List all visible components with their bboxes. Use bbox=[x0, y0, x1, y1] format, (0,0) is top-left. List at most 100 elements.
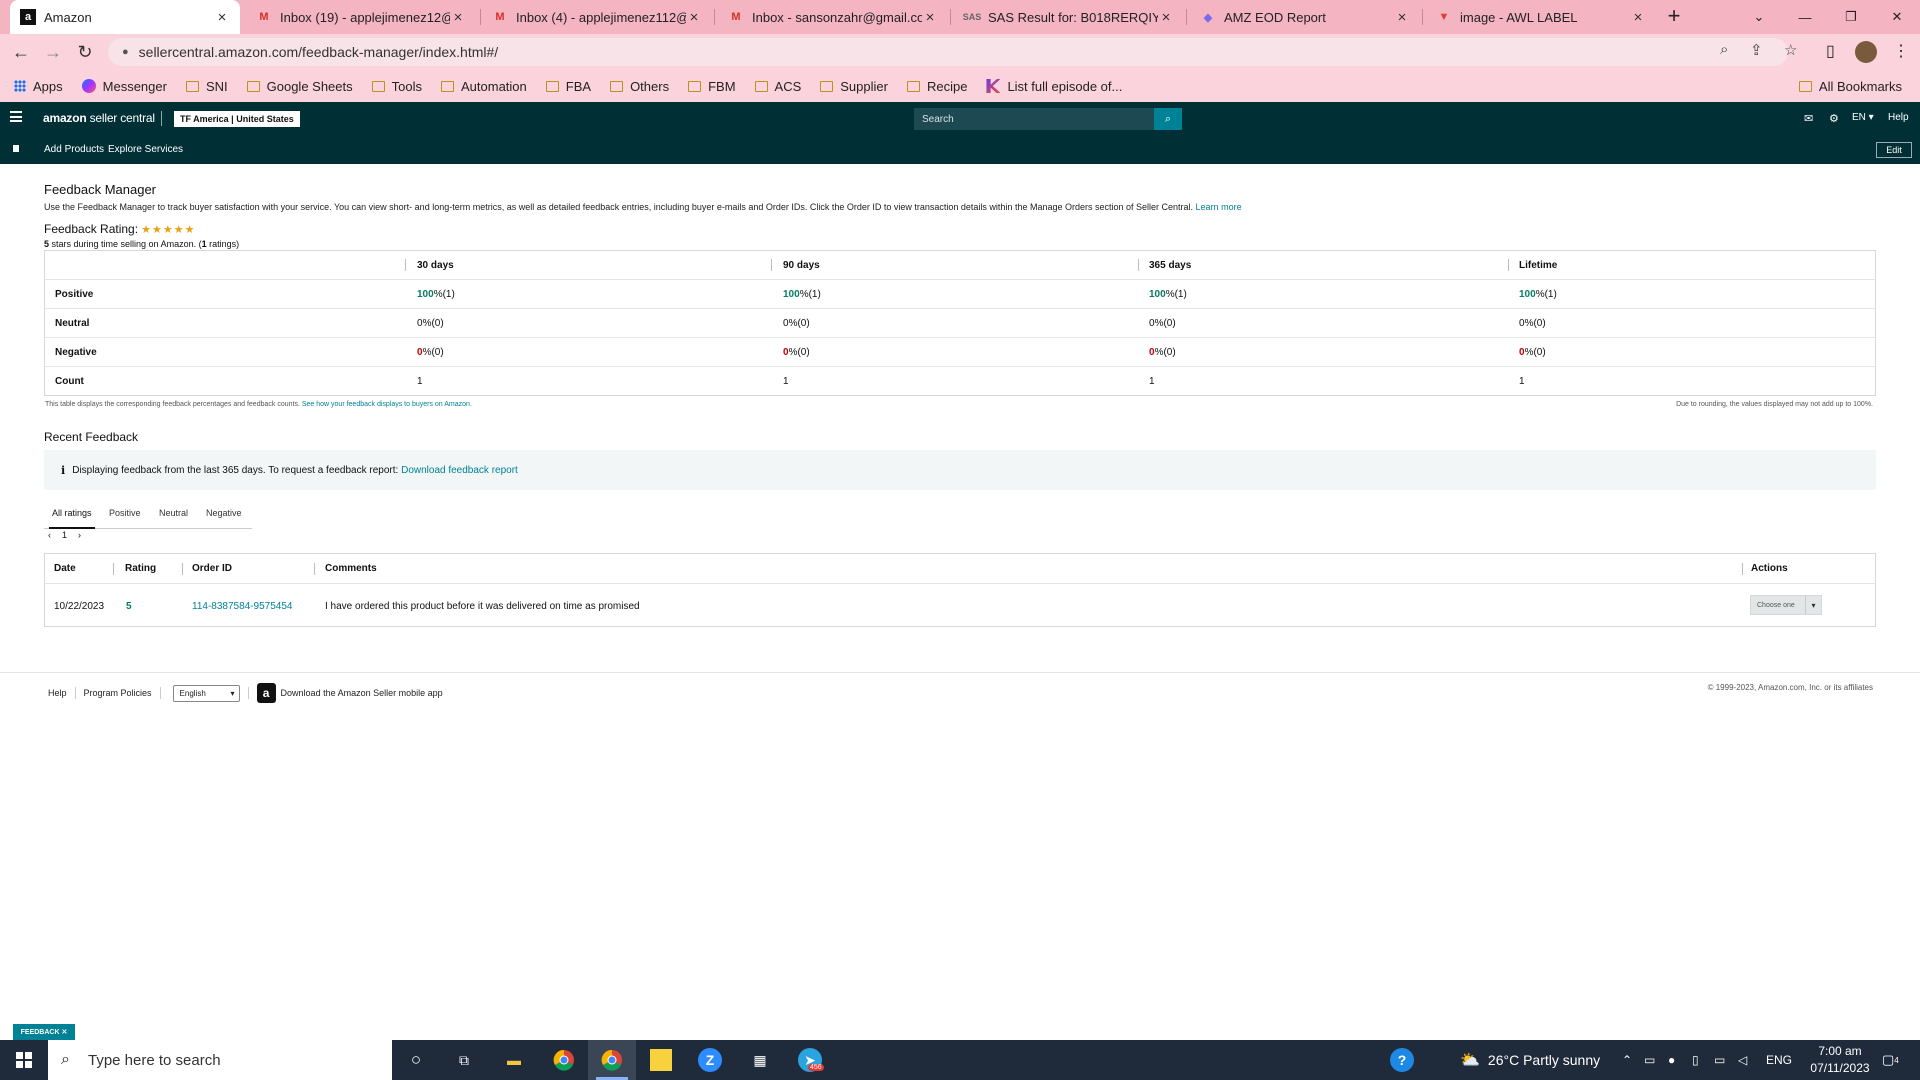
meet-now-icon[interactable]: ▯ bbox=[1692, 1040, 1699, 1080]
bookmark-folder-recipe[interactable]: Recipe bbox=[906, 79, 967, 94]
restore-button[interactable]: ❐ bbox=[1828, 0, 1874, 34]
tab-gmail-3[interactable]: M Inbox - sansonzahr@gmail.com × bbox=[718, 0, 948, 34]
show-hidden-icons[interactable]: ⌃ bbox=[1622, 1040, 1632, 1080]
close-icon[interactable]: × bbox=[214, 9, 230, 26]
tab-awl-label[interactable]: ▼ image - AWL LABEL × bbox=[1426, 0, 1656, 34]
weather-widget[interactable]: ⛅ 26°C Partly sunny bbox=[1460, 1040, 1600, 1080]
search-icon[interactable]: ⌕ bbox=[1154, 108, 1182, 130]
bookmark-folder-google-sheets[interactable]: Google Sheets bbox=[246, 79, 353, 94]
close-icon[interactable]: × bbox=[922, 9, 938, 26]
current-page[interactable]: 1 bbox=[62, 530, 67, 540]
notification-center-icon[interactable]: ▢ 4 bbox=[1882, 1040, 1899, 1080]
side-panel-icon[interactable]: ▯ bbox=[1826, 41, 1835, 61]
tab-negative[interactable]: Negative bbox=[206, 508, 242, 518]
gear-icon[interactable]: ⚙ bbox=[1829, 112, 1839, 125]
hamburger-menu-icon[interactable] bbox=[10, 111, 22, 122]
close-icon[interactable]: × bbox=[686, 9, 702, 26]
tab-gmail-1[interactable]: M Inbox (19) - applejimenez12@g × bbox=[246, 0, 476, 34]
next-page-icon[interactable]: › bbox=[78, 530, 81, 540]
tab-neutral[interactable]: Neutral bbox=[159, 508, 188, 518]
calculator-icon[interactable]: ▦ bbox=[748, 1048, 772, 1072]
language-selector[interactable]: EN ▾ bbox=[1852, 112, 1874, 123]
profile-avatar[interactable] bbox=[1855, 41, 1877, 63]
close-icon[interactable]: × bbox=[1630, 9, 1646, 26]
bookmark-folder-acs[interactable]: ACS bbox=[754, 79, 801, 94]
account-switcher[interactable]: TF America | United States bbox=[174, 111, 300, 127]
column-header-comments[interactable]: Comments bbox=[325, 554, 377, 583]
bookmark-apps[interactable]: Apps bbox=[14, 79, 63, 94]
minimize-button[interactable]: — bbox=[1782, 0, 1828, 34]
close-icon[interactable]: × bbox=[1394, 9, 1410, 26]
program-policies-link[interactable]: Program Policies bbox=[84, 688, 152, 698]
battery-icon[interactable]: ▭ bbox=[1714, 1040, 1725, 1080]
nav-add-products[interactable]: Add Products bbox=[44, 144, 104, 155]
system-clock[interactable]: 7:00 am 07/11/2023 bbox=[1800, 1043, 1880, 1077]
tab-gmail-2[interactable]: M Inbox (4) - applejimenez112@g × bbox=[482, 0, 712, 34]
bookmark-folder-fba[interactable]: FBA bbox=[545, 79, 591, 94]
onedrive-icon[interactable]: ● bbox=[1668, 1040, 1675, 1080]
site-info-icon[interactable]: ● bbox=[122, 46, 129, 58]
bookmark-folder-automation[interactable]: Automation bbox=[441, 79, 527, 94]
chrome-icon[interactable] bbox=[552, 1048, 576, 1072]
column-header-date[interactable]: Date bbox=[54, 554, 76, 583]
volume-icon[interactable]: ◁ bbox=[1738, 1040, 1747, 1080]
help-link[interactable]: Help bbox=[1888, 112, 1909, 123]
new-tab-button[interactable]: + bbox=[1660, 3, 1688, 31]
language-select[interactable]: English ▾ bbox=[172, 684, 240, 702]
learn-more-link[interactable]: Learn more bbox=[1196, 202, 1242, 212]
download-feedback-report-link[interactable]: Download feedback report bbox=[401, 465, 518, 476]
column-header-order-id[interactable]: Order ID bbox=[192, 554, 232, 583]
bookmark-list-full-episode[interactable]: List full episode of... bbox=[986, 79, 1122, 94]
action-dropdown[interactable]: Choose one ▾ bbox=[1750, 595, 1822, 615]
bookmark-folder-supplier[interactable]: Supplier bbox=[820, 79, 888, 94]
network-icon[interactable]: ▭ bbox=[1644, 1040, 1655, 1080]
chrome-profile-icon[interactable] bbox=[600, 1048, 624, 1072]
bookmark-folder-sni[interactable]: SNI bbox=[185, 79, 228, 94]
column-header-rating[interactable]: Rating bbox=[125, 554, 156, 583]
pinned-pages-icon[interactable] bbox=[13, 145, 19, 152]
all-bookmarks[interactable]: All Bookmarks bbox=[1798, 70, 1902, 102]
bookmark-folder-others[interactable]: Others bbox=[610, 79, 669, 94]
close-icon[interactable]: × bbox=[450, 9, 466, 26]
tab-amazon[interactable]: a Amazon × bbox=[10, 0, 240, 34]
tab-all-ratings[interactable]: All ratings bbox=[49, 508, 95, 529]
forward-icon[interactable]: → bbox=[40, 40, 66, 64]
bookmark-folder-tools[interactable]: Tools bbox=[371, 79, 422, 94]
taskbar-search-input[interactable]: ⌕ Type here to search bbox=[48, 1040, 392, 1080]
menu-icon[interactable]: ⋮ bbox=[1893, 41, 1909, 61]
seller-central-logo[interactable]: amazon seller central bbox=[43, 111, 155, 125]
reload-icon[interactable]: ↻ bbox=[72, 40, 98, 64]
bookmark-messenger[interactable]: Messenger bbox=[81, 79, 167, 94]
tab-amz-eod[interactable]: ◆ AMZ EOD Report × bbox=[1190, 0, 1420, 34]
address-bar[interactable]: ● sellercentral.amazon.com/feedback-mana… bbox=[108, 38, 1788, 66]
feedback-widget-button[interactable]: FEEDBACK ✕ bbox=[13, 1024, 75, 1040]
zoom-app-icon[interactable]: Z bbox=[698, 1048, 722, 1072]
feedback-display-link[interactable]: See how your feedback displays to buyers… bbox=[302, 401, 472, 408]
close-window-button[interactable]: ✕ bbox=[1874, 0, 1920, 34]
file-explorer-icon[interactable]: ▬ bbox=[502, 1048, 526, 1072]
help-icon[interactable]: ? bbox=[1390, 1048, 1414, 1072]
input-language[interactable]: ENG bbox=[1766, 1040, 1792, 1080]
prev-page-icon[interactable]: ‹ bbox=[48, 530, 51, 540]
bookmark-star-icon[interactable]: ☆ bbox=[1784, 41, 1797, 59]
task-view-icon[interactable]: ⧉ bbox=[452, 1048, 476, 1072]
zoom-icon[interactable]: ⌕ bbox=[1720, 41, 1728, 58]
windows-start-icon[interactable] bbox=[16, 1052, 32, 1068]
edit-nav-button[interactable]: Edit bbox=[1876, 142, 1912, 158]
back-icon[interactable]: ← bbox=[8, 40, 34, 64]
close-icon[interactable]: × bbox=[1158, 9, 1174, 26]
download-app-link[interactable]: Download the Amazon Seller mobile app bbox=[281, 688, 443, 698]
tab-positive[interactable]: Positive bbox=[109, 508, 141, 518]
order-id-link[interactable]: 114-8387584-9575454 bbox=[192, 584, 292, 628]
footer-help-link[interactable]: Help bbox=[48, 688, 67, 698]
share-icon[interactable]: ⇪ bbox=[1750, 41, 1763, 59]
cortana-icon[interactable]: ○ bbox=[404, 1048, 428, 1072]
mail-icon[interactable]: ✉ bbox=[1804, 112, 1813, 125]
tab-sas[interactable]: SAS SAS Result for: B018RERQIY × bbox=[954, 0, 1184, 34]
amazon-seller-app-icon[interactable]: a bbox=[256, 683, 276, 703]
sticky-notes-icon[interactable] bbox=[650, 1049, 672, 1071]
search-input[interactable]: Search bbox=[914, 108, 1156, 130]
bookmark-folder-fbm[interactable]: FBM bbox=[688, 79, 736, 94]
tab-search-icon[interactable]: ⌄ bbox=[1736, 0, 1782, 34]
nav-explore-services[interactable]: Explore Services bbox=[108, 144, 183, 155]
